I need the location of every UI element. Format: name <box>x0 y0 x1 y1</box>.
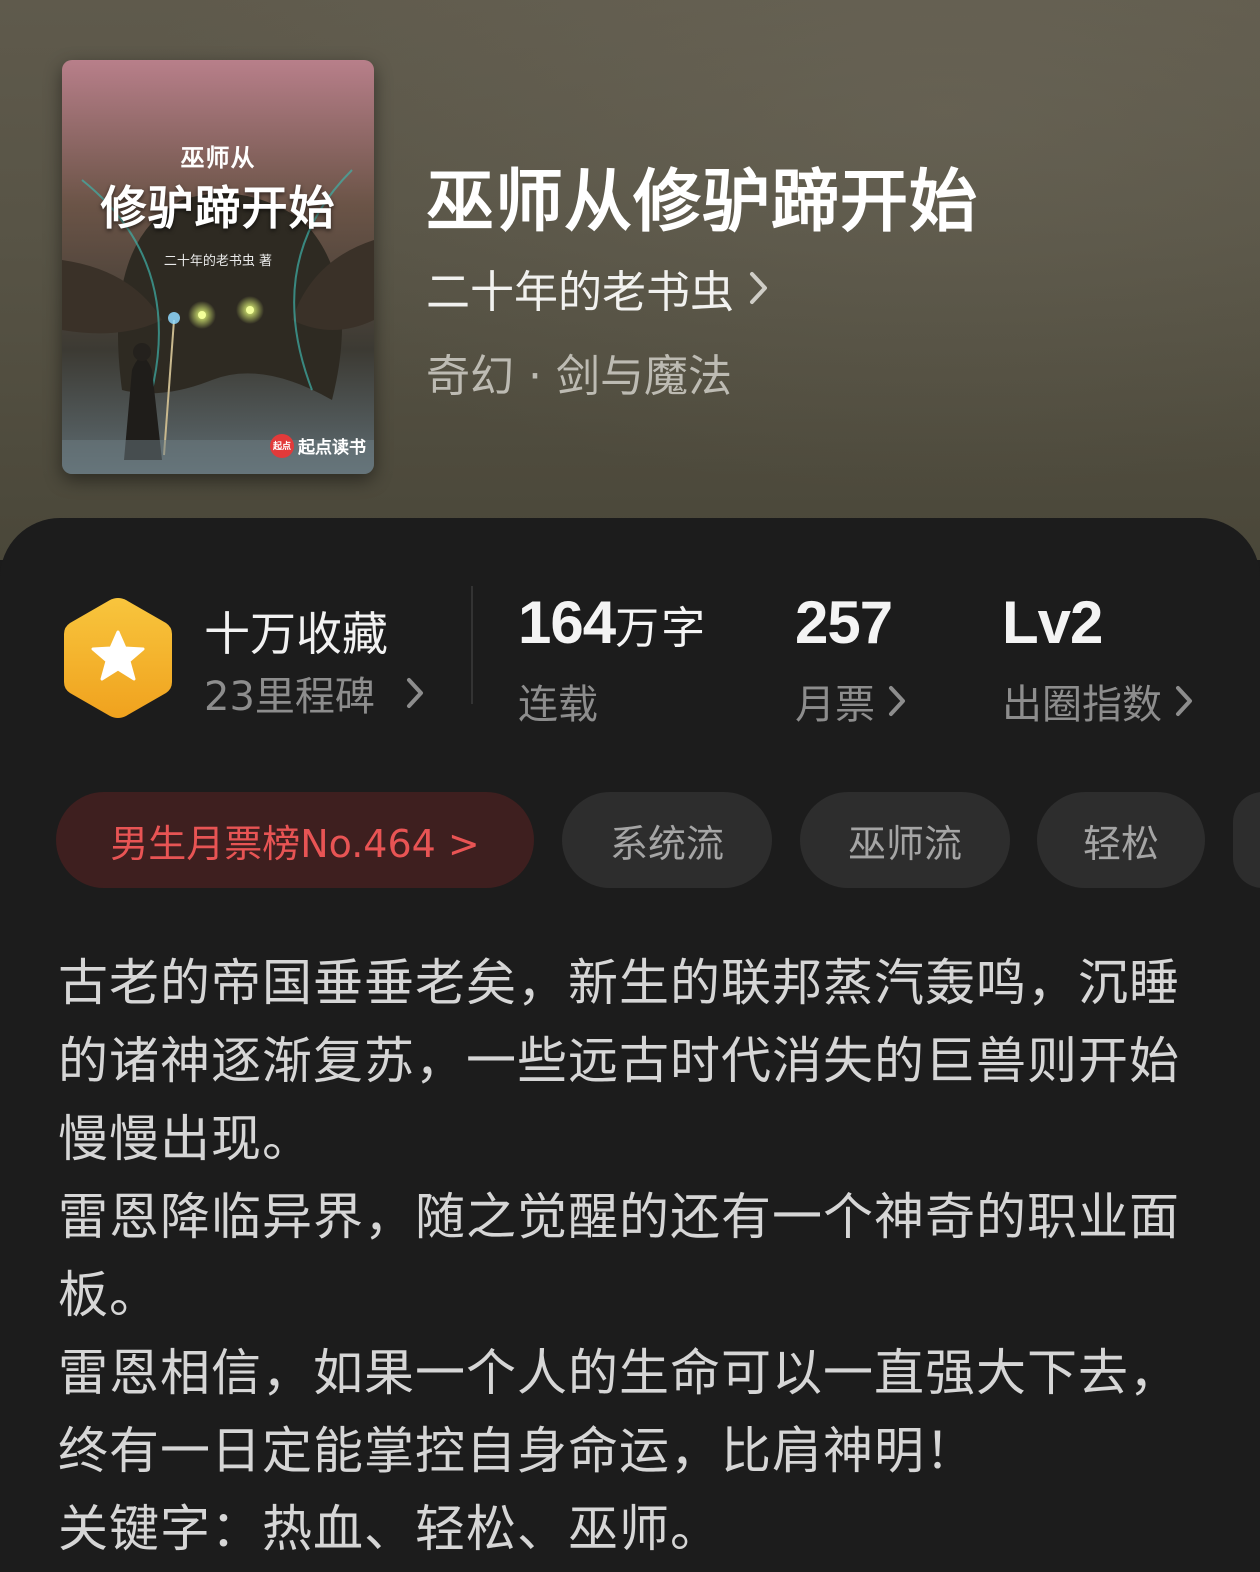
synopsis-paragraph: 雷恩降临异界，随之觉醒的还有一个神奇的职业面板。 <box>58 1188 1180 1324</box>
monthly-votes-link[interactable]: 月票 <box>795 672 907 730</box>
tag-system[interactable]: 系统流 <box>562 792 772 888</box>
milestone-link[interactable]: 23里程碑 <box>204 664 425 722</box>
synopsis-keywords: 关键字：热血、轻松、巫师。 <box>58 1500 721 1558</box>
synopsis-paragraph: 雷恩相信，如果一个人的生命可以一直强大下去，终有一日定能掌控自身命运，比肩神明！ <box>58 1344 1180 1480</box>
monthly-votes-label: 月票 <box>795 682 875 728</box>
synopsis: 古老的帝国垂垂老矣，新生的联邦蒸汽轰鸣，沉睡的诸神逐渐复苏，一些远古时代消失的巨… <box>58 944 1228 1568</box>
cover-brand: 起点 起点读书 <box>270 433 366 458</box>
rank-tag[interactable]: 男生月票榜No.464 > <box>56 792 534 888</box>
brand-logo-icon: 起点 <box>270 433 294 458</box>
chevron-right-icon <box>406 678 423 708</box>
tag-more-partial[interactable] <box>1233 792 1260 888</box>
star-hexagon-icon[interactable] <box>62 596 174 720</box>
word-count-number: 164 <box>518 589 616 656</box>
chevron-right-icon <box>889 686 905 716</box>
level-value: Lv2 <box>1002 589 1103 656</box>
book-title: 巫师从修驴蹄开始 <box>426 162 979 242</box>
level-index-link[interactable]: 出圈指数 <box>1002 672 1194 730</box>
serial-status: 连载 <box>518 672 598 730</box>
serial-status-text: 连载 <box>518 682 598 728</box>
synopsis-paragraph: 古老的帝国垂垂老矣，新生的联邦蒸汽轰鸣，沉睡的诸神逐渐复苏，一些远古时代消失的巨… <box>58 954 1180 1168</box>
level-index-label: 出圈指数 <box>1002 682 1162 728</box>
author-link[interactable]: 二十年的老书虫 <box>426 256 770 320</box>
monthly-votes-count: 257 <box>795 589 893 656</box>
cover-title: 修驴蹄开始 <box>100 181 336 235</box>
tag-relaxed[interactable]: 轻松 <box>1037 792 1205 888</box>
word-count-unit: 万字 <box>615 604 708 653</box>
collection-label: 十万收藏 <box>204 607 388 661</box>
chevron-right-icon <box>750 272 767 304</box>
word-count: 164万字 <box>518 588 707 657</box>
book-cover[interactable]: 巫师从 修驴蹄开始 二十年的老书虫 著 起点 起点读书 <box>62 60 374 474</box>
brand-name: 起点读书 <box>298 438 366 458</box>
cover-author: 二十年的老书虫 著 <box>163 254 273 269</box>
cover-title-small: 巫师从 <box>180 144 256 172</box>
stats-divider <box>471 586 473 704</box>
milestone-text: 23里程碑 <box>204 674 375 720</box>
chevron-right-icon <box>1176 686 1192 716</box>
author-name: 二十年的老书虫 <box>426 267 734 318</box>
tag-wizard[interactable]: 巫师流 <box>800 792 1010 888</box>
book-genre[interactable]: 奇幻 · 剑与魔法 <box>426 340 732 404</box>
